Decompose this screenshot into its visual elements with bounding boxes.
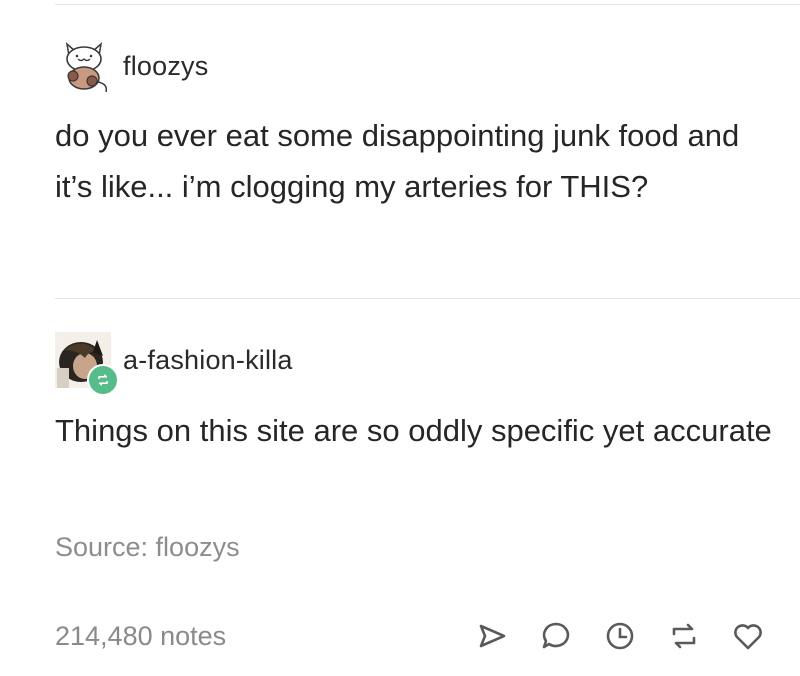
share-button[interactable] — [460, 614, 524, 658]
avatar-a-fashion-killa[interactable] — [55, 332, 119, 396]
clock-icon — [606, 622, 634, 650]
reply-icon — [542, 622, 570, 649]
reply-button[interactable] — [524, 614, 588, 658]
queue-button[interactable] — [588, 614, 652, 658]
post-header: floozys — [55, 38, 780, 94]
reblog-button[interactable] — [652, 614, 716, 658]
heart-icon — [734, 624, 762, 650]
reblog-post: a-fashion-killa Things on this site are … — [55, 332, 780, 456]
reblog-badge — [87, 364, 119, 396]
reblog-icon — [672, 623, 696, 649]
reblog-author[interactable]: a-fashion-killa — [123, 345, 293, 376]
cat-avatar-icon — [65, 42, 108, 93]
original-post: floozys do you ever eat some disappointi… — [55, 38, 780, 212]
post-text: do you ever eat some disappointing junk … — [55, 118, 740, 204]
action-bar — [460, 614, 780, 658]
reblog-text: Things on this site are so oddly specifi… — [55, 413, 772, 448]
post-footer: 214,480 notes — [55, 614, 780, 658]
source-link[interactable]: Source: floozys — [55, 532, 240, 563]
share-icon — [479, 624, 506, 648]
notes-count[interactable]: 214,480 notes — [55, 621, 460, 652]
post-author[interactable]: floozys — [123, 51, 208, 82]
top-divider — [55, 4, 800, 5]
reblog-badge-icon — [98, 374, 108, 386]
like-button[interactable] — [716, 614, 780, 658]
avatar-floozys[interactable] — [55, 38, 111, 94]
reblog-divider — [55, 298, 800, 299]
reblog-header: a-fashion-killa — [55, 332, 780, 396]
